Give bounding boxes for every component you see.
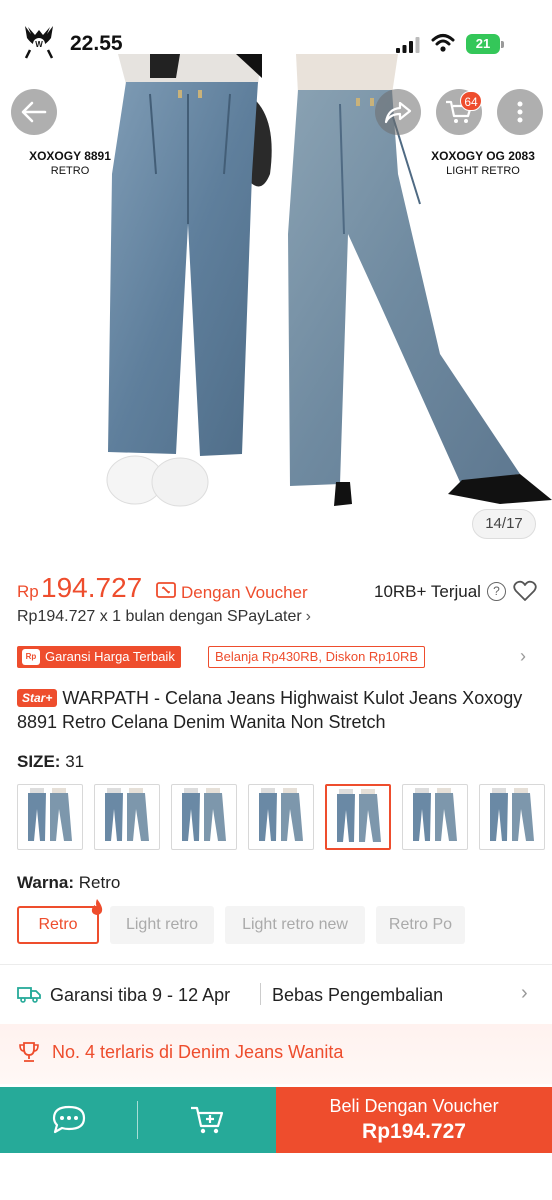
jeans-thumbnail-icon [259, 788, 303, 841]
shipping-row[interactable]: Garansi tiba 9 - 12 Apr Bebas Pengembali… [17, 981, 537, 1009]
more-options-button[interactable] [497, 89, 543, 135]
cellular-signal-icon [396, 37, 420, 53]
battery-indicator: 21 [466, 34, 504, 54]
clock: 22.55 [70, 32, 123, 55]
size-thumbnail[interactable] [325, 784, 391, 850]
voucher-label[interactable]: Dengan Voucher [181, 583, 308, 603]
discount-badge: Belanja Rp430RB, Diskon Rp10RB [208, 646, 426, 668]
truck-icon [17, 987, 41, 1003]
chevron-right-icon: › [305, 608, 311, 625]
spaylater-text: Rp194.727 x 1 bulan dengan SPayLater [17, 608, 302, 625]
image-counter: 14/17 [472, 509, 536, 539]
product-title-text: WARPATH - Celana Jeans Highwaist Kulot J… [17, 688, 523, 732]
sold-count: 10RB+ Terjual [374, 582, 481, 601]
price-tag-icon: Rp [22, 649, 40, 665]
color-label: Warna: Retro [17, 873, 120, 893]
size-thumbnail[interactable] [17, 784, 83, 850]
size-label-key: SIZE: [17, 752, 61, 771]
variant-light-retro[interactable]: Light retro [110, 906, 214, 944]
fire-icon [91, 899, 103, 915]
battery-level: 21 [466, 34, 500, 54]
caption-right-name: XOXOGY OG 2083 [431, 149, 535, 163]
chat-icon [52, 1105, 86, 1134]
size-thumbnails [17, 784, 552, 850]
caption-right-sub: LIGHT RETRO [446, 165, 520, 177]
caption-left: XOXOGY 8891 RETRO [10, 149, 130, 177]
share-icon [384, 101, 412, 124]
guarantee-label: Garansi Harga Terbaik [45, 649, 175, 664]
divider [0, 964, 552, 965]
more-vertical-icon [517, 101, 523, 123]
share-button[interactable] [375, 89, 421, 135]
product-title: Star+ WARPATH - Celana Jeans Highwaist Ku… [17, 686, 537, 734]
size-thumbnail[interactable] [171, 784, 237, 850]
caption-left-sub: RETRO [50, 165, 90, 177]
wifi-icon [431, 34, 455, 52]
bestseller-banner[interactable]: No. 4 terlaris di Denim Jeans Wanita [0, 1024, 552, 1084]
jeans-thumbnail-icon [182, 788, 226, 841]
jeans-thumbnail-icon [413, 788, 457, 841]
buy-label: Beli Dengan Voucher [329, 1096, 499, 1116]
jeans-thumbnail-icon [105, 788, 149, 841]
add-to-cart-button[interactable] [138, 1087, 276, 1153]
size-value: 31 [65, 752, 85, 771]
buy-with-voucher-button[interactable]: Beli Dengan Voucher Rp194.727 [276, 1087, 552, 1153]
status-bar: W 22.55 21 [0, 0, 552, 60]
app-logo-icon: W [24, 26, 54, 59]
bestseller-text: No. 4 terlaris di Denim Jeans Wanita [52, 1042, 344, 1062]
color-value: Retro [78, 873, 121, 892]
chevron-right-icon: › [521, 982, 528, 1004]
best-price-guarantee-badge: Rp Garansi Harga Terbaik [17, 646, 181, 668]
spaylater-row[interactable]: Rp194.727 x 1 bulan dengan SPayLater › [17, 608, 311, 626]
caption-right: XOXOGY OG 2083 LIGHT RETRO [418, 149, 548, 177]
cart-count-badge: 64 [460, 91, 482, 111]
help-icon[interactable]: ? [487, 582, 506, 601]
size-thumbnail[interactable] [402, 784, 468, 850]
chat-button[interactable] [0, 1087, 138, 1153]
price-amount: 194.727 [41, 572, 143, 603]
trophy-icon [19, 1042, 39, 1062]
chevron-right-icon: › [520, 646, 526, 666]
back-button[interactable] [11, 89, 57, 135]
arrow-left-icon [21, 101, 47, 123]
size-thumbnail[interactable] [248, 784, 314, 850]
jeans-thumbnail-icon [490, 788, 534, 841]
buy-price: Rp194.727 [362, 1120, 466, 1143]
add-to-cart-icon [191, 1106, 224, 1134]
variant-retro[interactable]: Retro [17, 906, 99, 944]
jeans-thumbnail-icon [337, 789, 381, 842]
price-row: Rp 194.727 Dengan Voucher 10RB+ Terjual … [17, 572, 537, 606]
star-plus-badge: Star+ [17, 689, 58, 707]
heart-icon[interactable] [513, 580, 537, 602]
variant-retro-po[interactable]: Retro Po [376, 906, 465, 944]
free-returns: Bebas Pengembalian [272, 985, 444, 1005]
size-label: SIZE: 31 [17, 752, 84, 772]
promo-badges[interactable]: Rp Garansi Harga Terbaik Belanja Rp430RB… [17, 646, 537, 668]
delivery-eta: Garansi tiba 9 - 12 Apr [50, 985, 231, 1005]
price-currency: Rp [17, 582, 39, 601]
jeans-thumbnail-icon [28, 788, 72, 841]
color-label-key: Warna: [17, 873, 74, 892]
svg-text:W: W [35, 40, 43, 49]
variant-light-retro-new[interactable]: Light retro new [225, 906, 365, 944]
size-thumbnail[interactable] [94, 784, 160, 850]
size-thumbnail[interactable] [479, 784, 545, 850]
bottom-action-bar: Beli Dengan Voucher Rp194.727 [0, 1087, 552, 1153]
voucher-icon [156, 582, 176, 598]
caption-left-name: XOXOGY 8891 [29, 149, 111, 163]
